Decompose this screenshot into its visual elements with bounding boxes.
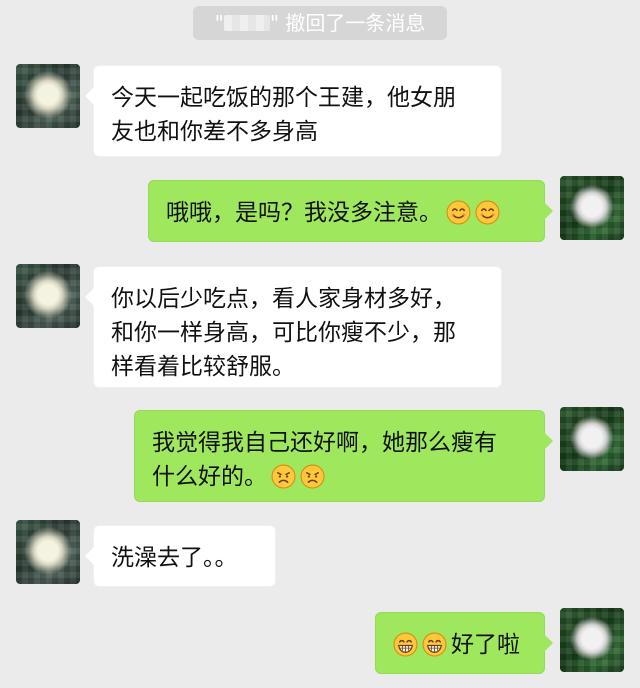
- recall-text: 撤回了一条消息: [285, 11, 426, 35]
- outgoing-message-bubble[interactable]: 我觉得我自己还好啊，她那么瘦有 什么好的。: [134, 410, 553, 502]
- incoming-message-bubble[interactable]: 今天一起吃饭的那个王建，他女朋 友也和你差不多身高: [85, 65, 502, 157]
- self-avatar[interactable]: [560, 407, 624, 471]
- message-line: 今天一起吃饭的那个王建，他女朋: [111, 85, 456, 111]
- contact-avatar[interactable]: [16, 520, 80, 584]
- message-line: 友也和你差不多身高: [111, 119, 318, 145]
- blurred-sender-name: [223, 15, 270, 31]
- grin-icon: [422, 632, 447, 657]
- frown-icon: [300, 464, 325, 489]
- message-text: 好了啦: [451, 632, 520, 658]
- message-text: 哦哦，是吗？我没多注意。: [166, 200, 442, 226]
- grin-icon: [393, 632, 418, 657]
- outgoing-message-bubble[interactable]: 好了啦: [375, 612, 553, 674]
- incoming-message-bubble[interactable]: 洗澡去了。。: [85, 525, 276, 587]
- smile-icon: [475, 200, 500, 225]
- message-line: 什么好的。: [152, 464, 267, 490]
- message-line: 你以后少吃点，看人家身材多好，: [111, 286, 456, 312]
- incoming-message-bubble[interactable]: 你以后少吃点，看人家身材多好， 和你一样身高，可比你瘦不少，那 样看着比较舒服。: [85, 266, 502, 388]
- message-line: 样看着比较舒服。: [111, 354, 295, 380]
- frown-icon: [271, 464, 296, 489]
- smile-icon: [446, 200, 471, 225]
- contact-avatar[interactable]: [16, 64, 80, 128]
- contact-avatar[interactable]: [16, 264, 80, 328]
- quote-close: ": [269, 11, 280, 35]
- recall-system-message: " " 撤回了一条消息: [193, 6, 447, 40]
- message-line: 我觉得我自己还好啊，她那么瘦有: [152, 430, 497, 456]
- self-avatar[interactable]: [560, 608, 624, 672]
- quote-open: ": [214, 11, 224, 35]
- message-line: 和你一样身高，可比你瘦不少，那: [111, 320, 456, 346]
- message-text: 洗澡去了。。: [111, 545, 238, 571]
- self-avatar[interactable]: [560, 176, 624, 240]
- outgoing-message-bubble[interactable]: 哦哦，是吗？我没多注意。: [148, 180, 553, 242]
